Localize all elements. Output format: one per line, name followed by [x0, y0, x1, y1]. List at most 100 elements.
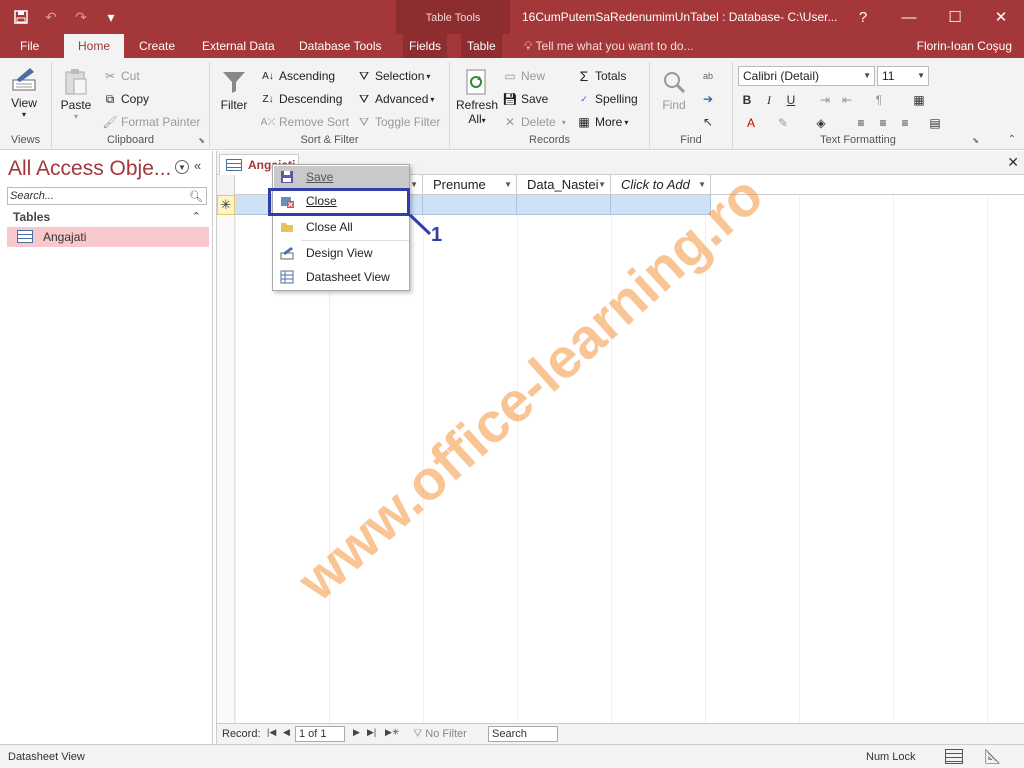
- nav-pane-title[interactable]: All Access Obje...: [8, 157, 171, 181]
- font-size-select[interactable]: 11 ▼: [877, 66, 929, 86]
- chevron-down-icon[interactable]: ▼: [410, 175, 418, 195]
- filter-status[interactable]: ⛛ No Filter: [413, 728, 467, 741]
- delete-x-icon: ✕: [504, 115, 516, 129]
- last-record-icon[interactable]: ▶|: [367, 727, 376, 738]
- ascending-button[interactable]: A↓ Ascending: [260, 68, 335, 84]
- shutter-bar-collapse-icon[interactable]: «: [194, 158, 201, 173]
- align-center-icon[interactable]: ≡: [873, 113, 893, 133]
- paste-button[interactable]: Paste ▾: [60, 66, 92, 121]
- user-name[interactable]: Florin-Ioan Coşug: [917, 34, 1012, 58]
- close-window-button[interactable]: ✕: [978, 0, 1024, 34]
- increase-indent-icon[interactable]: ⇥: [815, 90, 835, 110]
- next-record-icon[interactable]: ▶: [353, 727, 360, 738]
- restore-button[interactable]: ☐: [932, 0, 978, 34]
- copy-button[interactable]: ⧉ Copy: [102, 91, 149, 107]
- chevron-down-icon[interactable]: ▼: [698, 175, 706, 195]
- decrease-indent-icon[interactable]: ⇤: [837, 90, 857, 110]
- chevron-down-icon[interactable]: ▼: [504, 175, 512, 195]
- menu-item-save[interactable]: Save: [274, 166, 409, 188]
- highlight-icon[interactable]: ✎: [773, 113, 793, 133]
- fill-color-icon[interactable]: ◈: [811, 113, 831, 133]
- go-to-arrow-icon[interactable]: ➔: [698, 89, 718, 109]
- menu-item-close-all[interactable]: Close All: [274, 216, 409, 238]
- paragraph-direction-icon[interactable]: ¶: [869, 90, 889, 110]
- current-record-input[interactable]: 1 of 1: [295, 726, 345, 742]
- help-button[interactable]: ?: [840, 0, 886, 34]
- filter-button[interactable]: Filter: [218, 66, 250, 112]
- new-record-nav-icon[interactable]: ▶✳: [385, 727, 399, 738]
- close-document-icon[interactable]: ✕: [1007, 154, 1019, 171]
- align-right-icon[interactable]: ≡: [895, 113, 915, 133]
- underline-icon[interactable]: U: [781, 90, 801, 110]
- nav-item-angajati[interactable]: Angajati: [7, 227, 209, 247]
- tab-table[interactable]: Table: [461, 34, 502, 58]
- minimize-button[interactable]: —: [886, 0, 932, 34]
- font-color-icon[interactable]: A: [741, 113, 761, 133]
- record-search-input[interactable]: Search: [488, 726, 558, 742]
- refresh-all-button[interactable]: Refresh All▾: [456, 66, 498, 126]
- first-record-icon[interactable]: |◀: [267, 727, 276, 738]
- search-icon[interactable]: 🔍︎: [189, 189, 203, 205]
- find-button[interactable]: Find: [658, 66, 690, 112]
- tab-create[interactable]: Create: [133, 34, 181, 58]
- save-record-button[interactable]: 💾︎ Save: [502, 91, 548, 107]
- spelling-button[interactable]: ✓ Spelling: [576, 91, 637, 107]
- collapse-ribbon-icon[interactable]: ⌃: [1008, 134, 1016, 145]
- nav-search-input[interactable]: Search... 🔍︎: [7, 187, 207, 205]
- table-cell[interactable]: [611, 195, 711, 215]
- tab-external-data[interactable]: External Data: [196, 34, 281, 58]
- view-button[interactable]: View ▾: [8, 64, 40, 119]
- advanced-button[interactable]: ⛛ Advanced ▾: [356, 91, 434, 107]
- nav-menu-chevron-icon[interactable]: ▼: [175, 160, 189, 174]
- select-all-corner[interactable]: [217, 175, 235, 195]
- remove-sort-button[interactable]: A⤫ Remove Sort: [260, 114, 349, 130]
- tab-fields[interactable]: Fields: [403, 34, 448, 58]
- new-record-button[interactable]: ▭ New: [502, 68, 545, 84]
- column-header-data-nasterii[interactable]: Data_Nastei ▼: [517, 175, 611, 195]
- datasheet-view-icon[interactable]: [945, 749, 963, 764]
- tab-file[interactable]: File: [14, 34, 45, 58]
- totals-button[interactable]: Σ Totals: [576, 68, 627, 84]
- italic-icon[interactable]: I: [759, 90, 779, 110]
- record-label: Record:: [222, 728, 261, 740]
- chevron-down-icon[interactable]: ▼: [598, 175, 606, 195]
- select-cursor-icon[interactable]: ↖: [698, 112, 718, 132]
- redo-icon[interactable]: ↷: [68, 6, 94, 28]
- menu-item-design-view[interactable]: Design View: [274, 242, 409, 264]
- num-lock-indicator: Num Lock: [866, 751, 916, 763]
- previous-record-icon[interactable]: ◀: [283, 727, 290, 738]
- alternate-row-color-icon[interactable]: ▤: [925, 113, 945, 133]
- new-record-selector[interactable]: ✳: [217, 195, 235, 215]
- chevron-down-icon: ▾: [430, 94, 435, 104]
- gridlines-icon[interactable]: ▦: [909, 90, 929, 110]
- tell-me-box[interactable]: 💡︎ Tell me what you want to do...: [524, 34, 694, 58]
- bold-icon[interactable]: B: [737, 90, 757, 110]
- save-icon[interactable]: [8, 6, 34, 28]
- design-view-icon[interactable]: 📐︎: [984, 748, 1002, 765]
- customize-qat-icon[interactable]: ▾: [98, 6, 124, 28]
- replace-icon[interactable]: ab: [698, 66, 718, 86]
- table-cell[interactable]: [423, 195, 517, 215]
- collapse-group-icon[interactable]: ⌃: [192, 207, 201, 227]
- nav-group-tables[interactable]: Tables ⌃: [7, 207, 209, 227]
- align-left-icon[interactable]: ≡: [851, 113, 871, 133]
- menu-item-datasheet-view[interactable]: Datasheet View: [274, 266, 409, 288]
- font-name-select[interactable]: Calibri (Detail) ▼: [738, 66, 875, 86]
- dialog-launcher-icon[interactable]: ⬊: [972, 136, 979, 145]
- cut-label: Cut: [121, 69, 140, 83]
- table-cell[interactable]: [517, 195, 611, 215]
- more-button[interactable]: ▦ More ▾: [576, 114, 628, 130]
- descending-button[interactable]: Z↓ Descending: [260, 91, 342, 107]
- tab-home[interactable]: Home: [64, 34, 124, 59]
- column-header-click-to-add[interactable]: Click to Add ▼: [611, 175, 711, 195]
- table-grid-icon: ▦: [578, 115, 590, 129]
- tab-database-tools[interactable]: Database Tools: [293, 34, 388, 58]
- format-painter-button[interactable]: 🖌︎ Format Painter: [102, 114, 200, 130]
- cut-button[interactable]: ✂ Cut: [102, 68, 140, 84]
- column-header-prenume[interactable]: Prenume ▼: [423, 175, 517, 195]
- dialog-launcher-icon[interactable]: ⬊: [198, 136, 205, 145]
- toggle-filter-button[interactable]: ⛛ Toggle Filter: [356, 114, 440, 130]
- selection-button[interactable]: ⛛ Selection ▾: [356, 68, 430, 84]
- delete-record-button[interactable]: ✕ Delete ▾: [502, 114, 566, 130]
- undo-icon[interactable]: ↶: [38, 6, 64, 28]
